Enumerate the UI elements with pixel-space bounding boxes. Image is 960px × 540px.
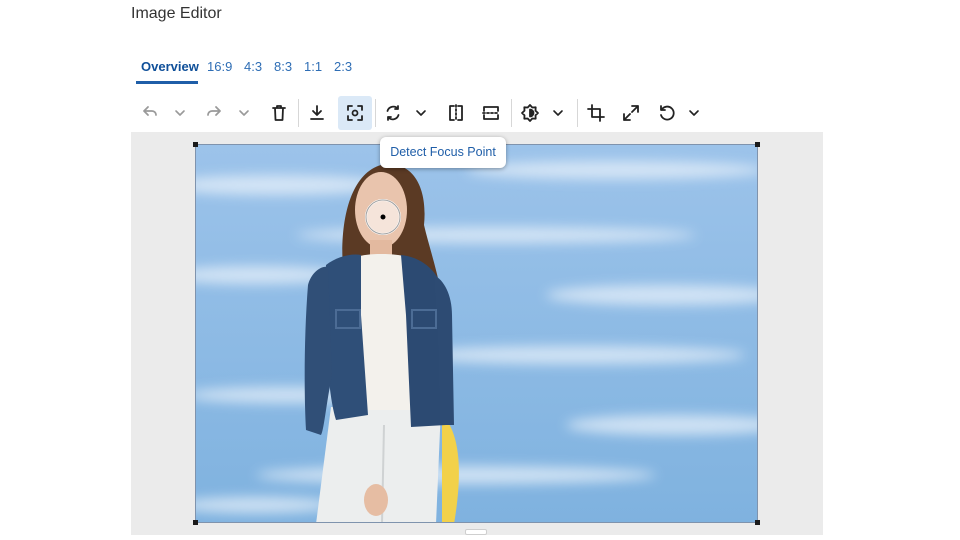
resize-handle-top-right[interactable] <box>755 142 760 147</box>
download-icon <box>310 105 324 120</box>
chevron-down-icon <box>175 110 185 116</box>
expand-icon <box>623 105 639 121</box>
rotate-icon <box>386 105 400 121</box>
tab-overview[interactable]: Overview <box>141 52 199 82</box>
undo-button[interactable] <box>133 96 167 130</box>
reset-options-button[interactable] <box>684 96 704 130</box>
adjust-brightness-button[interactable] <box>513 96 547 130</box>
delete-button[interactable] <box>262 96 296 130</box>
focus-point-icon <box>347 105 363 121</box>
reset-button[interactable] <box>650 96 684 130</box>
image-preview[interactable] <box>195 144 758 523</box>
crop-button[interactable] <box>579 96 613 130</box>
chevron-down-icon <box>239 110 249 116</box>
flip-vertical-icon <box>482 106 500 120</box>
toolbar-separator <box>298 99 299 127</box>
tab-1-1[interactable]: 1:1 <box>304 52 322 82</box>
tab-16-9[interactable]: 16:9 <box>207 52 232 82</box>
redo-button[interactable] <box>197 96 231 130</box>
active-tab-indicator <box>136 81 198 84</box>
download-button[interactable] <box>300 96 334 130</box>
editor-toolbar <box>131 96 831 130</box>
redo-options-button[interactable] <box>234 96 254 130</box>
chevron-down-icon <box>416 110 426 116</box>
tab-8-3[interactable]: 8:3 <box>274 52 292 82</box>
expand-button[interactable] <box>614 96 648 130</box>
undo-icon <box>143 106 157 116</box>
reset-icon <box>660 105 675 121</box>
photo-woman-denim-jacket <box>196 145 757 522</box>
brightness-options-button[interactable] <box>548 96 568 130</box>
resize-handle-bottom-right[interactable] <box>755 520 760 525</box>
undo-options-button[interactable] <box>170 96 190 130</box>
rotate-button[interactable] <box>376 96 410 130</box>
app-title: Image Editor <box>131 5 222 22</box>
chevron-down-icon <box>553 110 563 116</box>
detect-focus-point-button[interactable] <box>338 96 372 130</box>
tab-2-3[interactable]: 2:3 <box>334 52 352 82</box>
tooltip-detect-focus-point: Detect Focus Point <box>380 137 506 168</box>
flip-vertical-button[interactable] <box>474 96 508 130</box>
canvas-resize-grip[interactable] <box>465 529 487 535</box>
tab-4-3[interactable]: 4:3 <box>244 52 262 82</box>
redo-icon <box>207 106 221 116</box>
resize-handle-bottom-left[interactable] <box>193 520 198 525</box>
chevron-down-icon <box>689 110 699 116</box>
rotate-options-button[interactable] <box>411 96 431 130</box>
resize-handle-top-left[interactable] <box>193 142 198 147</box>
flip-horizontal-button[interactable] <box>439 96 473 130</box>
toolbar-separator <box>577 99 578 127</box>
flip-horizontal-icon <box>449 104 463 122</box>
trash-icon <box>272 105 286 121</box>
toolbar-separator <box>511 99 512 127</box>
brightness-icon <box>521 104 539 122</box>
crop-icon <box>587 104 605 122</box>
